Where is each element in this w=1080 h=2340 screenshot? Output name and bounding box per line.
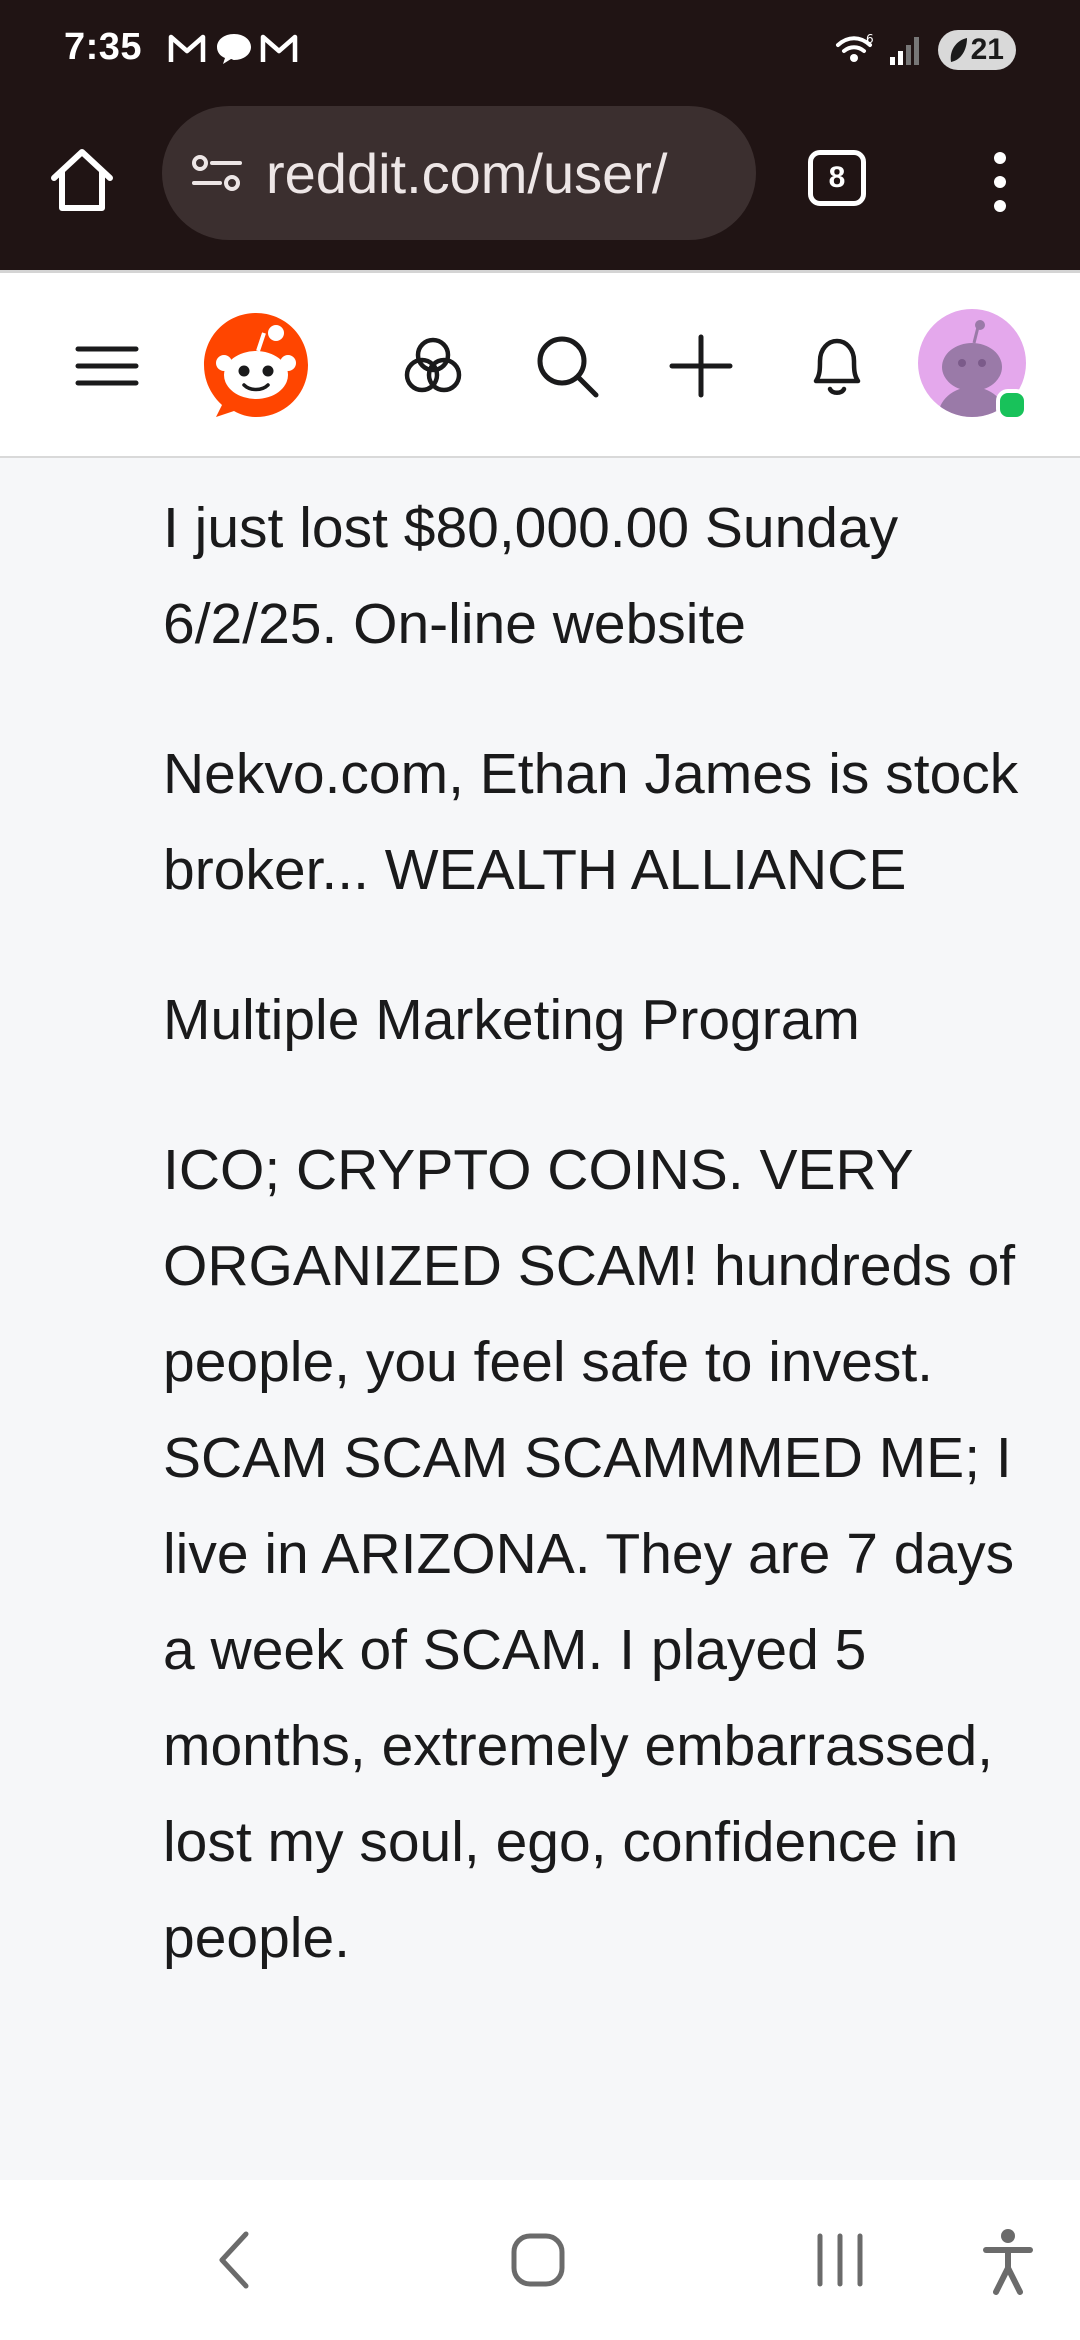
battery-indicator: 21 — [938, 30, 1016, 70]
post-paragraph: Nekvo.com, Ethan James is stock broker..… — [163, 742, 1019, 902]
url-bar[interactable]: reddit.com/user/ — [162, 106, 756, 240]
reddit-header — [0, 270, 1080, 458]
accessibility-icon[interactable] — [980, 2228, 1036, 2298]
home-nav-icon[interactable] — [508, 2228, 568, 2292]
post-paragraph: Multiple Marketing Program — [163, 988, 860, 1052]
search-icon[interactable] — [532, 331, 602, 401]
battery-saver-icon — [950, 38, 967, 62]
notifications-bell-icon[interactable] — [802, 331, 872, 401]
svg-text:6: 6 — [866, 33, 874, 46]
status-right: 6 21 — [834, 28, 1016, 72]
browser-toolbar: reddit.com/user/ 8 — [0, 100, 1080, 270]
status-bar: 7:35 6 21 — [0, 0, 1080, 100]
screen: 7:35 6 21 reddit.com/user/ 8 I just lost… — [0, 0, 1080, 2340]
home-icon[interactable] — [42, 140, 122, 220]
create-post-icon[interactable] — [666, 331, 736, 401]
post-body: I just lost $80,000.00 Sunday 6/2/25. On… — [163, 480, 1023, 2040]
recent-apps-icon[interactable] — [812, 2228, 868, 2292]
gmail-icon — [260, 34, 298, 62]
post-paragraph: I just lost $80,000.00 Sunday 6/2/25. On… — [163, 496, 899, 656]
online-status-dot — [996, 389, 1028, 421]
gmail-icon — [168, 34, 206, 62]
post-content: I just lost $80,000.00 Sunday 6/2/25. On… — [0, 458, 1080, 2180]
tabs-button[interactable]: 8 — [808, 150, 866, 206]
hamburger-menu-icon[interactable] — [72, 331, 142, 401]
system-nav-bar — [0, 2180, 1080, 2340]
reddit-logo-icon[interactable] — [200, 309, 312, 421]
signal-icon — [890, 37, 919, 65]
battery-level: 21 — [970, 33, 1004, 66]
back-icon[interactable] — [214, 2228, 254, 2292]
site-settings-icon[interactable] — [190, 151, 244, 195]
url-text[interactable]: reddit.com/user/ — [266, 141, 668, 206]
more-options-icon[interactable] — [980, 142, 1020, 222]
wifi-icon: 6 — [836, 33, 874, 62]
post-paragraph: ICO; CRYPTO COINS. VERY ORGANIZED SCAM! … — [163, 1138, 1016, 1970]
popular-icon[interactable] — [398, 331, 468, 401]
chat-icon — [217, 34, 251, 64]
status-time: 7:35 — [64, 26, 143, 68]
